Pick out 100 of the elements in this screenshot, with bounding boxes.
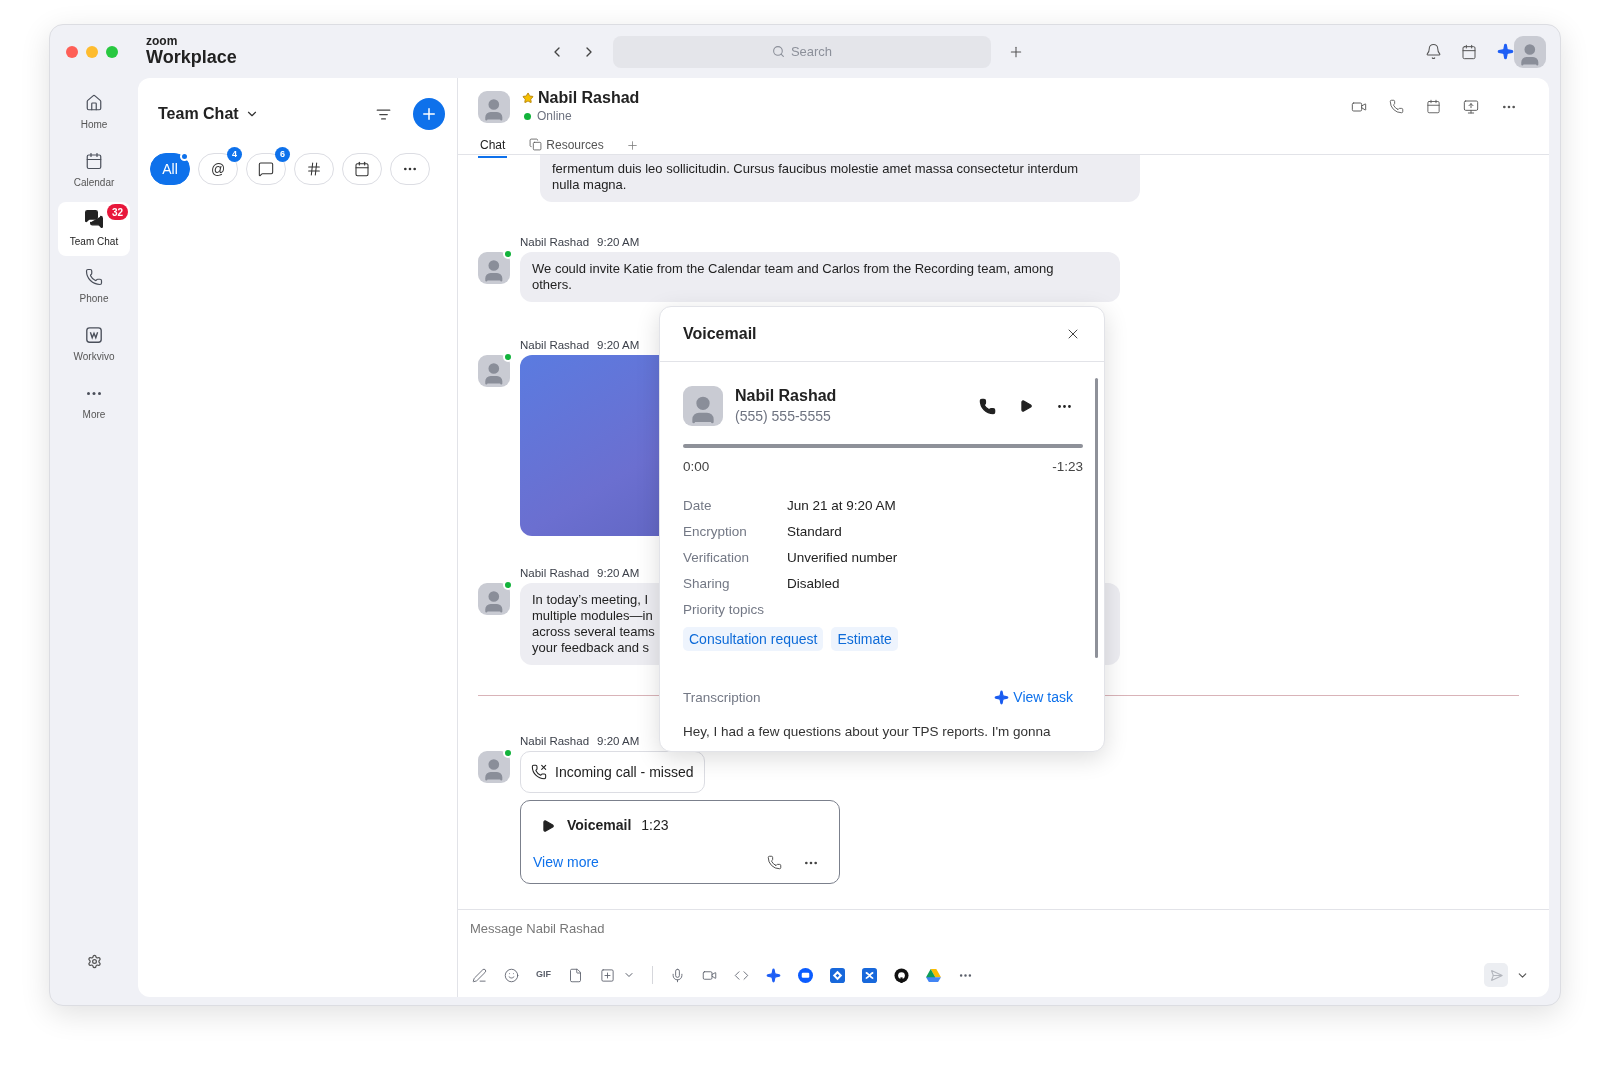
- more-icon: [87, 391, 101, 395]
- popup-title: Voicemail: [683, 324, 757, 344]
- screenshot-icon[interactable]: [600, 967, 615, 983]
- sparkle-icon: [994, 690, 1010, 706]
- cross-app-icon[interactable]: [862, 967, 877, 983]
- diamond-app-icon[interactable]: [830, 967, 845, 983]
- hash-icon: [306, 161, 322, 177]
- sender-name: Nabil Rashad: [520, 235, 590, 249]
- message-time: 9:20 AM: [597, 734, 640, 748]
- plus-icon: [420, 105, 438, 123]
- calendar-icon: [354, 161, 370, 177]
- brand-logo: zoom: [146, 36, 178, 47]
- gif-button[interactable]: GIF: [536, 968, 551, 982]
- caller-phone: (555) 555-5555: [735, 407, 832, 426]
- call-status: Incoming call - missed: [555, 762, 694, 782]
- unread-badge: 32: [106, 204, 128, 220]
- filter-chip[interactable]: [342, 153, 382, 185]
- add-tab-icon[interactable]: [625, 139, 639, 152]
- view-task-button[interactable]: View task: [994, 687, 1073, 709]
- chat-app-icon[interactable]: [798, 967, 813, 983]
- format-icon[interactable]: [472, 967, 487, 983]
- chat-bubbles-icon: [84, 209, 104, 229]
- sparkle-icon[interactable]: [766, 967, 781, 983]
- nav-item[interactable]: Workvivo: [58, 318, 130, 372]
- nav-item[interactable]: Home: [58, 86, 130, 140]
- nav-item[interactable]: More: [58, 376, 130, 430]
- message-text: your feedback and s: [532, 640, 650, 656]
- avatar: [478, 252, 510, 284]
- chat-bubble-icon: [258, 161, 274, 177]
- view-more-link[interactable]: View more: [533, 852, 599, 873]
- play-icon[interactable]: [541, 818, 555, 833]
- play-icon[interactable]: [1019, 399, 1033, 413]
- star-icon[interactable]: [522, 91, 534, 104]
- nav-item[interactable]: Team Chat 32: [58, 202, 130, 256]
- detail-label: Verification: [683, 549, 751, 568]
- elapsed-time: 0:00: [683, 458, 710, 476]
- count-badge: 6: [275, 147, 290, 162]
- missed-call-icon: [531, 764, 547, 780]
- status-text: Online: [537, 108, 572, 125]
- emoji-icon[interactable]: [504, 967, 519, 983]
- nav-item[interactable]: Phone: [58, 260, 130, 314]
- microphone-icon[interactable]: [670, 967, 685, 983]
- detail-label: Encryption: [683, 523, 748, 542]
- message-text: others.: [532, 277, 572, 293]
- caller-avatar: [683, 386, 723, 426]
- message-text: fermentum duis leo sollicitudin. Cursus faucibus molestie amet massa consectetur interdum: [552, 161, 1079, 177]
- phone-icon[interactable]: [767, 855, 782, 870]
- message-text: In today’s meeting, I: [532, 592, 649, 608]
- message-text: multiple modules—in: [532, 608, 653, 624]
- sparkle-icon[interactable]: [1497, 43, 1514, 60]
- message-text: across several teams: [532, 624, 655, 640]
- message-input[interactable]: Message Nabil Rashad: [470, 919, 1537, 937]
- filter-chip[interactable]: [246, 153, 286, 185]
- search-icon: [771, 45, 785, 58]
- tab[interactable]: Chat: [478, 133, 508, 158]
- phone-icon[interactable]: [979, 397, 996, 415]
- topic-tag: Estimate: [831, 627, 898, 652]
- transcript-text: Hey, I had a few questions about your TPS reports. I'm gonna: [683, 723, 1052, 742]
- close-window-control[interactable]: [66, 45, 78, 58]
- caller-name: Nabil Rashad: [735, 386, 837, 406]
- calendar-icon[interactable]: [1461, 43, 1477, 60]
- section-label: Transcription: [683, 688, 761, 707]
- send-icon: [1489, 968, 1503, 982]
- tab[interactable]: Resources: [527, 133, 606, 158]
- voicemail-duration: 1:23: [641, 816, 669, 835]
- remaining-time: -1:23: [1052, 458, 1083, 476]
- share-screen-icon[interactable]: [1463, 98, 1479, 115]
- message-time: 9:20 AM: [597, 338, 640, 352]
- message-text: nulla magna.: [552, 177, 628, 193]
- file-icon[interactable]: [568, 967, 583, 983]
- sender-name: Nabil Rashad: [520, 338, 590, 352]
- nav-item[interactable]: Calendar: [58, 144, 130, 198]
- phone-icon: [85, 268, 103, 286]
- search-placeholder: Search: [790, 42, 833, 61]
- contact-name: Nabil Rashad: [538, 88, 640, 107]
- sender-name: Nabil Rashad: [520, 734, 590, 748]
- contact-avatar: [478, 90, 510, 123]
- triangle-logo-icon[interactable]: [926, 968, 941, 982]
- message-time: 9:20 AM: [597, 566, 640, 580]
- square-w-icon: [85, 326, 103, 344]
- calendar-icon[interactable]: [1426, 99, 1441, 114]
- calendar-icon: [85, 152, 103, 170]
- filter-chip[interactable]: All: [150, 153, 190, 185]
- sender-name: Nabil Rashad: [520, 566, 590, 580]
- new-chat-button[interactable]: [413, 98, 445, 130]
- home-icon: [85, 94, 103, 112]
- message-time: 9:20 AM: [597, 235, 640, 249]
- count-badge: 4: [227, 147, 242, 162]
- detail-value: Jun 21 at 9:20 AM: [787, 497, 896, 516]
- avatar: [478, 583, 510, 615]
- detail-label: Date: [683, 497, 713, 516]
- panel-title[interactable]: Team Chat: [158, 102, 239, 126]
- settings-icon[interactable]: [86, 954, 102, 969]
- copy-icon: [529, 138, 543, 151]
- filter-chip[interactable]: [294, 153, 334, 185]
- detail-label: Priority topics: [683, 601, 766, 620]
- bell-icon[interactable]: [1425, 43, 1442, 60]
- voicemail-title: Voicemail: [567, 816, 632, 835]
- avatar: [478, 355, 510, 387]
- filter-icon[interactable]: [376, 106, 391, 122]
